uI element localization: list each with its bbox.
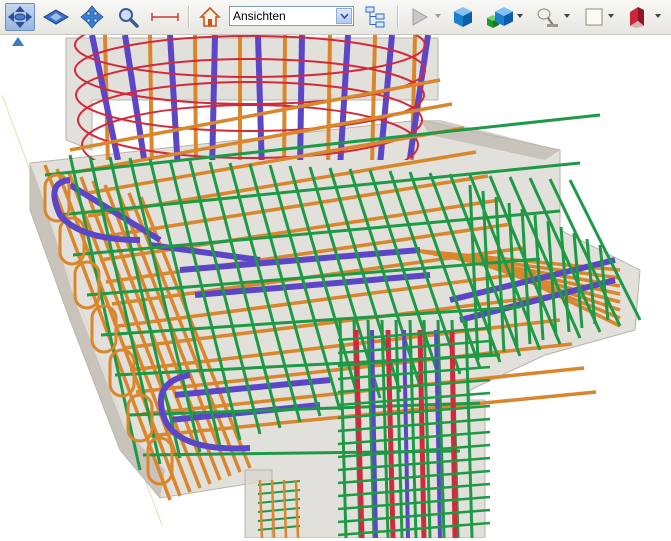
background-dropdown-caret[interactable] <box>608 14 614 18</box>
view-select-value: Ansichten <box>233 9 286 23</box>
measure-line-icon <box>151 13 179 21</box>
display-mode-button[interactable] <box>484 3 516 31</box>
solid-display-button[interactable] <box>448 3 478 31</box>
white-square-icon <box>585 8 603 26</box>
pan-tool-button[interactable] <box>41 3 71 31</box>
move-tool-button[interactable] <box>77 3 107 31</box>
view-select[interactable]: Ansichten <box>229 6 354 26</box>
home-icon <box>199 6 221 27</box>
toolbar-separator <box>397 6 399 28</box>
app-window: Ansichten <box>0 0 671 539</box>
view-tree-button[interactable] <box>360 3 390 31</box>
rebar-model-render[interactable] <box>0 35 671 539</box>
tree-icon <box>365 6 385 28</box>
active-tool-indicator <box>12 37 24 46</box>
display-mode-dropdown-caret[interactable] <box>517 14 523 18</box>
lamp-icon <box>537 8 558 27</box>
section-dropdown-caret[interactable] <box>655 14 661 18</box>
magnifier-icon <box>119 8 139 28</box>
rotate-tool-button[interactable] <box>5 3 35 31</box>
toolbar-separator <box>188 6 190 28</box>
cubes-icon <box>487 7 513 28</box>
section-button[interactable] <box>622 3 652 31</box>
lighting-button[interactable] <box>532 3 562 31</box>
play-icon <box>412 8 429 26</box>
blue-cube-icon <box>454 7 472 27</box>
section-plane-icon <box>630 7 644 28</box>
play-dropdown-caret[interactable] <box>435 14 441 18</box>
measure-tool-button[interactable] <box>149 3 181 31</box>
pan-icon <box>43 9 69 25</box>
3d-viewport[interactable] <box>0 35 671 539</box>
move-arrows-icon <box>80 5 104 29</box>
play-button[interactable] <box>404 3 434 31</box>
lighting-dropdown-caret[interactable] <box>564 14 570 18</box>
toolbar: Ansichten <box>0 0 671 35</box>
home-view-button[interactable] <box>195 3 225 31</box>
rotate-arrows-icon <box>8 6 32 28</box>
chevron-down-icon[interactable] <box>336 8 352 24</box>
background-button[interactable] <box>579 3 609 31</box>
zoom-tool-button[interactable] <box>113 3 143 31</box>
